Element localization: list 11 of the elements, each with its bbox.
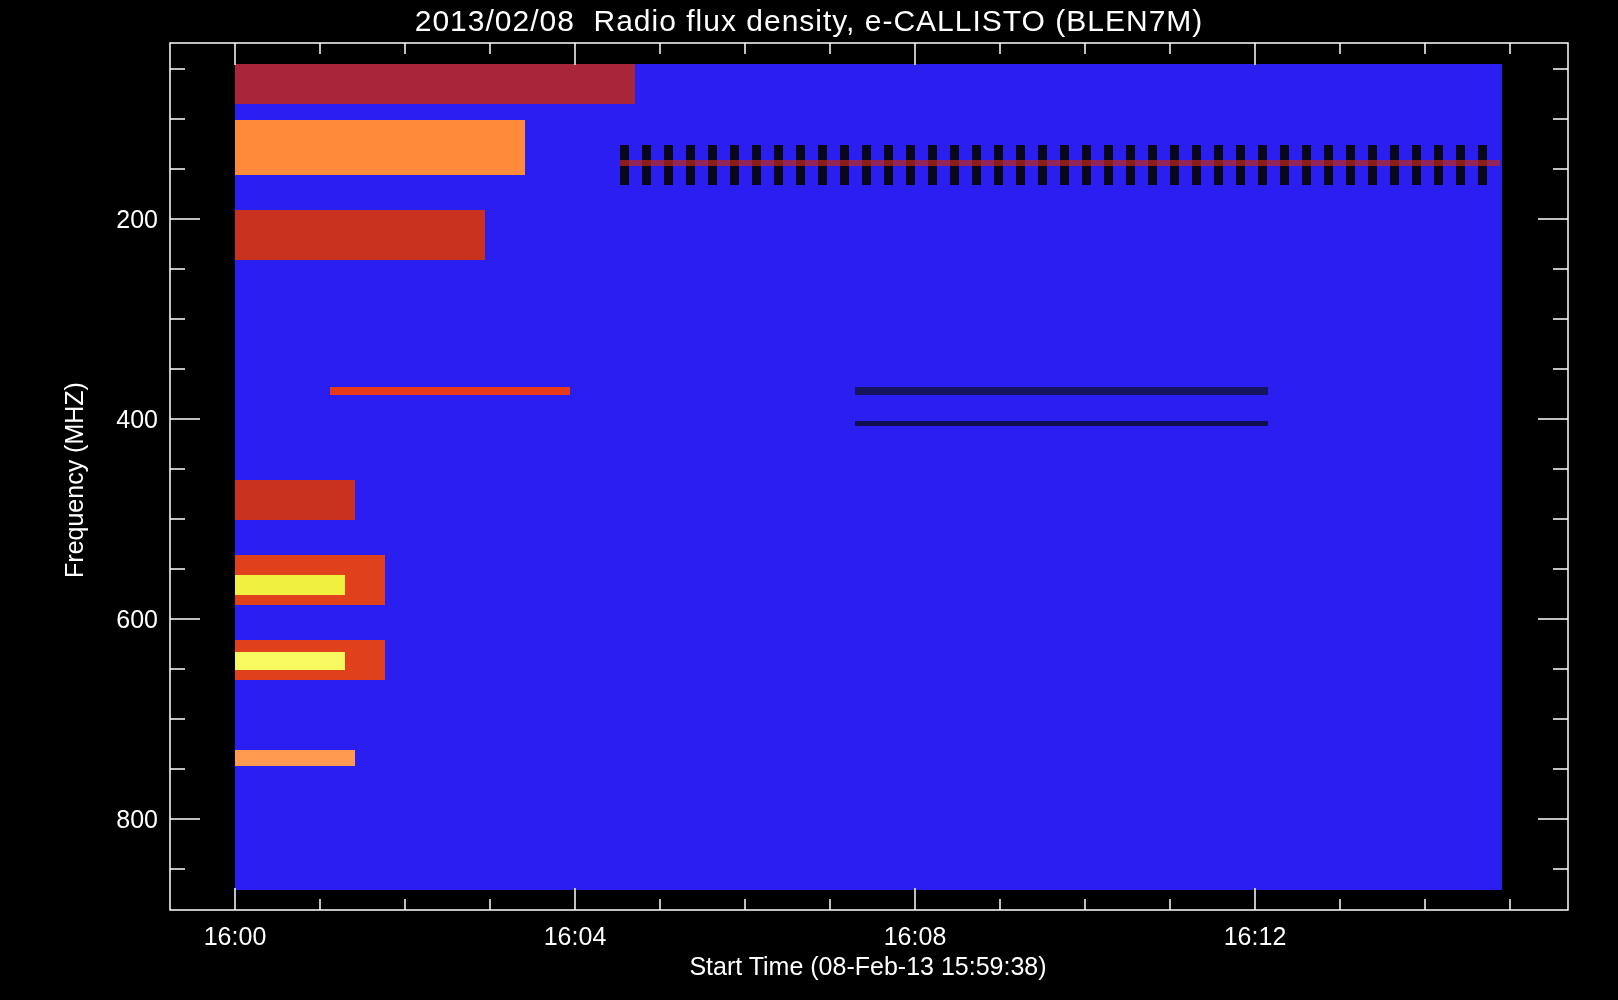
axis-title: Start Time (08-Feb-13 15:59:38) bbox=[689, 952, 1047, 980]
tick-label: 16:00 bbox=[203, 922, 267, 950]
tick-label: 600 bbox=[116, 605, 158, 633]
axis-title: Frequency (MHZ) bbox=[60, 382, 88, 578]
tick-label: 200 bbox=[116, 205, 158, 233]
tick-label: 400 bbox=[116, 405, 158, 433]
tick-label: 16:08 bbox=[883, 922, 947, 950]
tick-label: 800 bbox=[116, 805, 158, 833]
chart-title: 2013/02/08 Radio flux density, e-CALLISTO (BLEN7M) bbox=[414, 3, 1204, 39]
tick-label: 16:12 bbox=[1223, 922, 1287, 950]
tick-label: 16:04 bbox=[543, 922, 607, 950]
